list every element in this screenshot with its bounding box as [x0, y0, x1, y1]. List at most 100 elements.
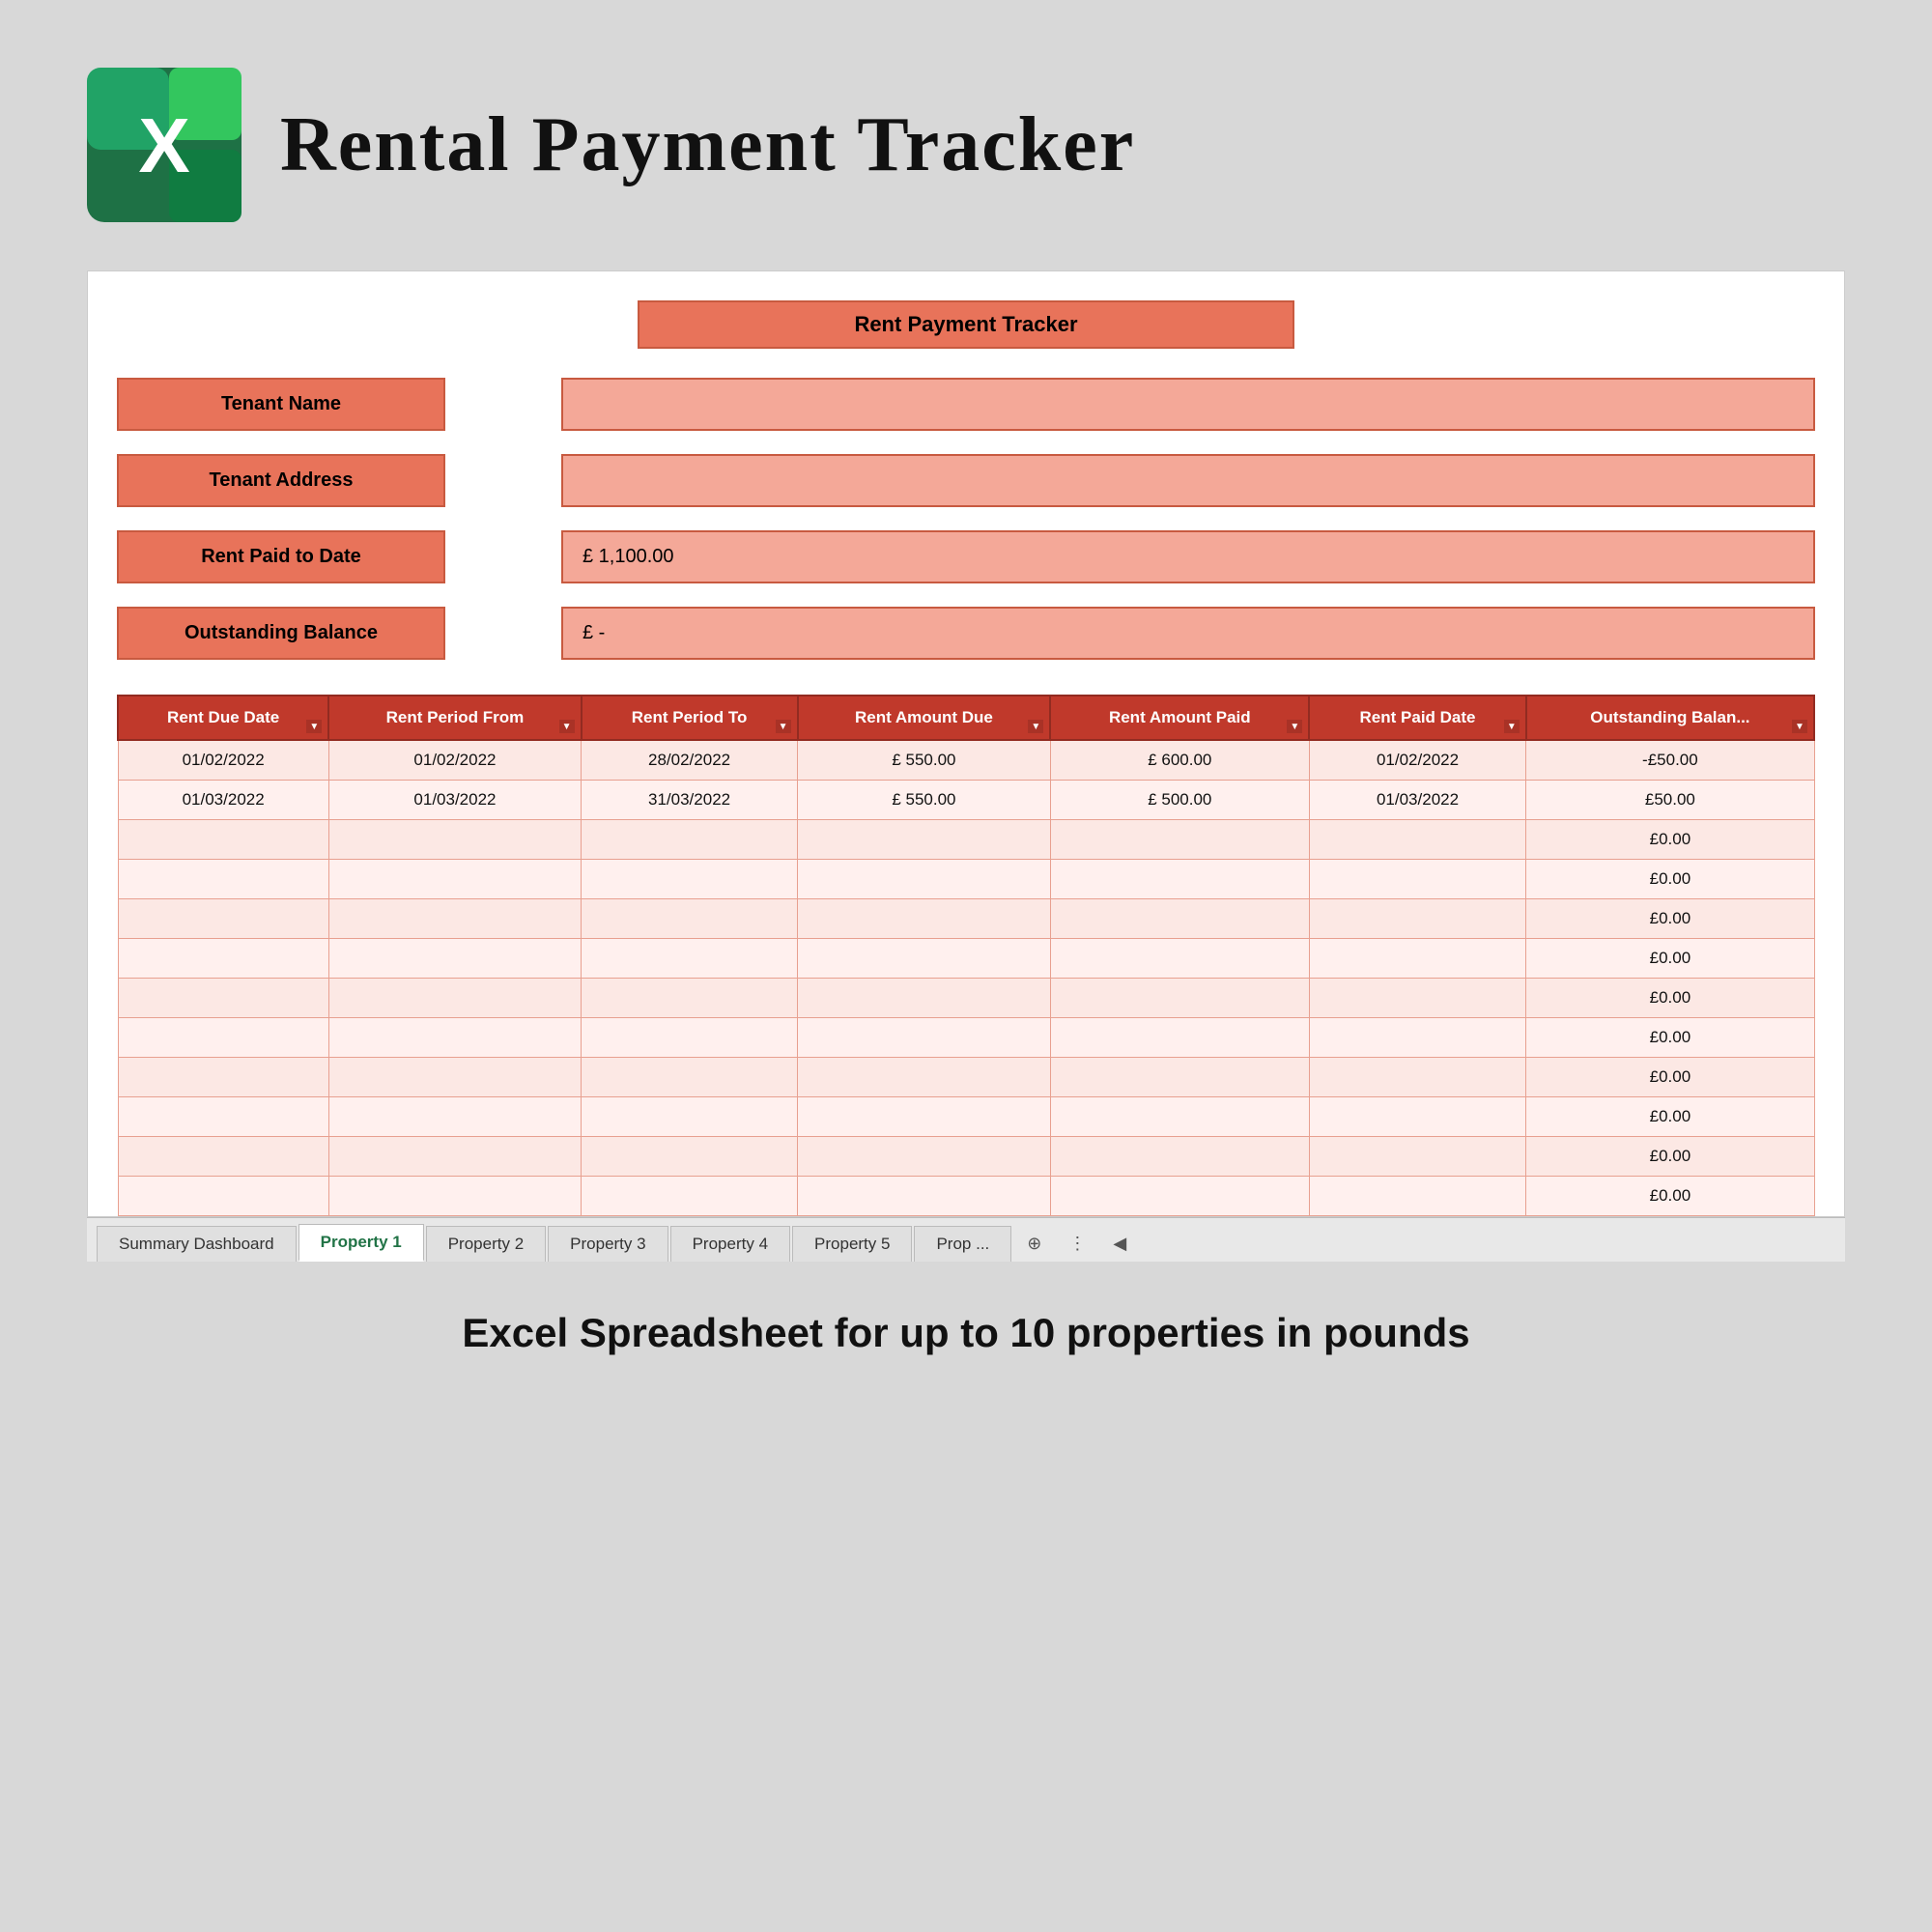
table-cell[interactable]: [118, 979, 328, 1018]
table-cell[interactable]: [118, 1018, 328, 1058]
table-cell[interactable]: £ 600.00: [1050, 740, 1309, 781]
table-cell[interactable]: £50.00: [1526, 781, 1814, 820]
table-cell[interactable]: [582, 899, 798, 939]
table-cell[interactable]: [1309, 1177, 1525, 1216]
table-cell[interactable]: [118, 939, 328, 979]
table-cell[interactable]: [1309, 1058, 1525, 1097]
table-cell[interactable]: [582, 1058, 798, 1097]
table-cell[interactable]: [328, 1018, 581, 1058]
table-cell[interactable]: [118, 1177, 328, 1216]
table-cell[interactable]: 28/02/2022: [582, 740, 798, 781]
dropdown-arrow-4[interactable]: ▼: [1028, 720, 1043, 733]
tenant-name-value[interactable]: [561, 378, 1815, 431]
dropdown-arrow-7[interactable]: ▼: [1792, 720, 1807, 733]
dropdown-arrow-3[interactable]: ▼: [776, 720, 791, 733]
table-cell[interactable]: [328, 1097, 581, 1137]
table-cell[interactable]: £0.00: [1526, 1097, 1814, 1137]
table-cell[interactable]: £ 500.00: [1050, 781, 1309, 820]
table-cell[interactable]: [798, 860, 1051, 899]
table-cell[interactable]: [1050, 1018, 1309, 1058]
table-cell[interactable]: [118, 1137, 328, 1177]
table-cell[interactable]: £0.00: [1526, 1137, 1814, 1177]
table-cell[interactable]: [798, 1018, 1051, 1058]
sheet-tab-prop-...[interactable]: Prop ...: [914, 1226, 1011, 1262]
table-cell[interactable]: [118, 899, 328, 939]
table-cell[interactable]: £ 550.00: [798, 781, 1051, 820]
table-cell[interactable]: [582, 979, 798, 1018]
table-cell[interactable]: [798, 899, 1051, 939]
col-outstanding-balance[interactable]: Outstanding Balan... ▼: [1526, 696, 1814, 740]
table-cell[interactable]: [1309, 1097, 1525, 1137]
more-sheets-button[interactable]: ⋮: [1055, 1226, 1099, 1262]
table-cell[interactable]: [582, 1137, 798, 1177]
table-cell[interactable]: [798, 1097, 1051, 1137]
table-cell[interactable]: [118, 1097, 328, 1137]
sheet-tab-property-1[interactable]: Property 1: [298, 1224, 424, 1262]
dropdown-arrow-1[interactable]: ▼: [306, 720, 322, 733]
table-cell[interactable]: -£50.00: [1526, 740, 1814, 781]
table-cell[interactable]: 01/02/2022: [1309, 740, 1525, 781]
col-rent-due-date[interactable]: Rent Due Date ▼: [118, 696, 328, 740]
table-cell[interactable]: [582, 1018, 798, 1058]
table-cell[interactable]: [1050, 860, 1309, 899]
col-rent-period-to[interactable]: Rent Period To ▼: [582, 696, 798, 740]
col-rent-amount-due[interactable]: Rent Amount Due ▼: [798, 696, 1051, 740]
table-cell[interactable]: [1050, 820, 1309, 860]
table-cell[interactable]: 01/03/2022: [118, 781, 328, 820]
table-cell[interactable]: [582, 939, 798, 979]
table-cell[interactable]: 01/02/2022: [118, 740, 328, 781]
table-cell[interactable]: £ 550.00: [798, 740, 1051, 781]
table-cell[interactable]: [798, 979, 1051, 1018]
sheet-tab-property-5[interactable]: Property 5: [792, 1226, 912, 1262]
sheet-tab-summary-dashboard[interactable]: Summary Dashboard: [97, 1226, 297, 1262]
table-cell[interactable]: [1050, 979, 1309, 1018]
sheet-tab-property-2[interactable]: Property 2: [426, 1226, 546, 1262]
table-cell[interactable]: [328, 820, 581, 860]
table-cell[interactable]: [1050, 1058, 1309, 1097]
table-cell[interactable]: £0.00: [1526, 820, 1814, 860]
col-rent-paid-date[interactable]: Rent Paid Date ▼: [1309, 696, 1525, 740]
table-cell[interactable]: £0.00: [1526, 899, 1814, 939]
table-cell[interactable]: [1309, 820, 1525, 860]
table-cell[interactable]: [328, 899, 581, 939]
table-cell[interactable]: [798, 820, 1051, 860]
table-cell[interactable]: [798, 1058, 1051, 1097]
col-rent-period-from[interactable]: Rent Period From ▼: [328, 696, 581, 740]
table-cell[interactable]: [328, 1058, 581, 1097]
table-cell[interactable]: [118, 860, 328, 899]
nav-left-button[interactable]: ◀: [1099, 1226, 1140, 1262]
table-cell[interactable]: [1309, 979, 1525, 1018]
table-cell[interactable]: [1050, 1097, 1309, 1137]
table-cell[interactable]: £0.00: [1526, 939, 1814, 979]
sheet-tab-property-4[interactable]: Property 4: [670, 1226, 790, 1262]
col-rent-amount-paid[interactable]: Rent Amount Paid ▼: [1050, 696, 1309, 740]
table-cell[interactable]: [582, 1177, 798, 1216]
table-cell[interactable]: [328, 1137, 581, 1177]
table-cell[interactable]: £0.00: [1526, 1058, 1814, 1097]
add-sheet-button[interactable]: ⊕: [1013, 1226, 1055, 1262]
table-cell[interactable]: [328, 939, 581, 979]
table-cell[interactable]: 31/03/2022: [582, 781, 798, 820]
sheet-tab-property-3[interactable]: Property 3: [548, 1226, 668, 1262]
table-cell[interactable]: [1050, 899, 1309, 939]
table-cell[interactable]: 01/02/2022: [328, 740, 581, 781]
table-cell[interactable]: [328, 1177, 581, 1216]
table-cell[interactable]: [1309, 939, 1525, 979]
dropdown-arrow-5[interactable]: ▼: [1287, 720, 1302, 733]
table-cell[interactable]: £0.00: [1526, 1177, 1814, 1216]
table-cell[interactable]: [1050, 939, 1309, 979]
table-cell[interactable]: [118, 1058, 328, 1097]
table-cell[interactable]: [328, 860, 581, 899]
table-cell[interactable]: [1050, 1177, 1309, 1216]
table-cell[interactable]: [328, 979, 581, 1018]
table-cell[interactable]: [1050, 1137, 1309, 1177]
table-cell[interactable]: [798, 1137, 1051, 1177]
table-cell[interactable]: 01/03/2022: [1309, 781, 1525, 820]
table-cell[interactable]: [118, 820, 328, 860]
table-cell[interactable]: [1309, 860, 1525, 899]
table-cell[interactable]: [1309, 1137, 1525, 1177]
table-cell[interactable]: £0.00: [1526, 979, 1814, 1018]
tenant-address-value[interactable]: [561, 454, 1815, 507]
dropdown-arrow-2[interactable]: ▼: [559, 720, 575, 733]
table-cell[interactable]: [1309, 1018, 1525, 1058]
